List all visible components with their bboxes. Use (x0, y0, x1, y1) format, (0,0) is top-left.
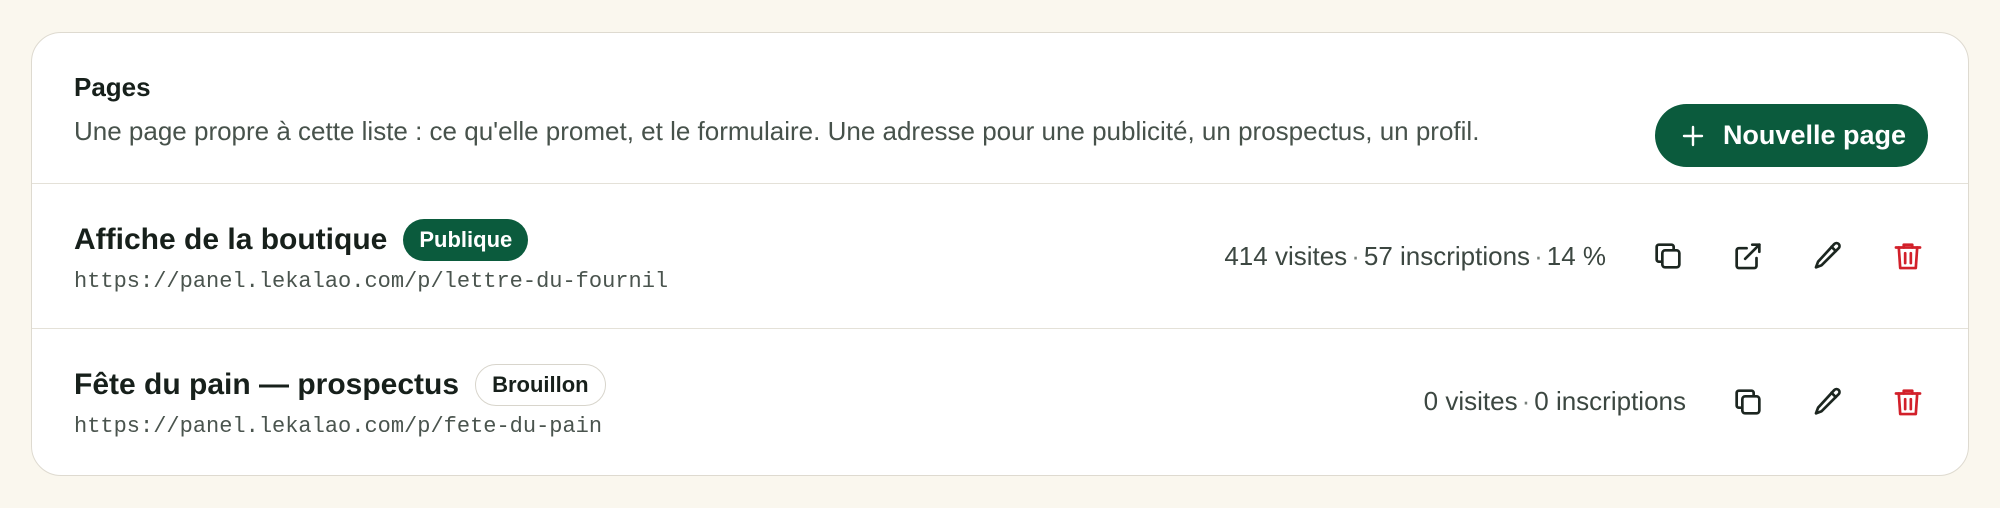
signups-count: 0 inscriptions (1534, 386, 1686, 416)
page-row: Affiche de la boutique Publique https://… (32, 184, 1968, 329)
pages-card: Pages Une page propre à cette liste : ce… (31, 32, 1969, 476)
page-row-title-line: Fête du pain — prospectus Brouillon (74, 364, 1424, 406)
visits-count: 414 visites (1224, 240, 1348, 271)
page-stats: 414 visites · 57 inscriptions · 14 % (1224, 241, 1606, 272)
stat-separator: · (1534, 240, 1543, 271)
pencil-icon[interactable] (1808, 382, 1848, 422)
new-page-button[interactable]: Nouvelle page (1654, 104, 1928, 167)
header-text: Pages Une page propre à cette liste : ce… (74, 71, 1479, 149)
page-name[interactable]: Affiche de la boutique (74, 223, 387, 257)
pages-header: Pages Une page propre à cette liste : ce… (32, 33, 1968, 184)
trash-icon[interactable] (1888, 236, 1928, 276)
page-title: Pages (74, 72, 151, 102)
status-badge: Brouillon (475, 364, 606, 406)
stat-separator: · (1521, 386, 1531, 416)
new-page-button-label: Nouvelle page (1722, 120, 1906, 150)
page-description: Une page propre à cette liste : ce qu'el… (74, 115, 1480, 146)
trash-icon[interactable] (1888, 382, 1928, 422)
stat-separator: · (1351, 240, 1360, 271)
page-row-title-line: Affiche de la boutique Publique (74, 218, 1224, 261)
copy-icon[interactable] (1728, 382, 1768, 422)
page-row-main: Fête du pain — prospectus Brouillon http… (74, 364, 1424, 439)
pencil-icon[interactable] (1808, 236, 1848, 276)
page-url: https://panel.lekalao.com/p/fete-du-pain (74, 414, 603, 439)
status-badge: Publique (403, 218, 529, 261)
page-row: Fête du pain — prospectus Brouillon http… (32, 329, 1968, 474)
signups-count: 57 inscriptions (1363, 240, 1531, 271)
external-link-icon[interactable] (1728, 236, 1768, 276)
page-name[interactable]: Fête du pain — prospectus (74, 368, 459, 402)
page-row-main: Affiche de la boutique Publique https://… (74, 218, 1224, 294)
row-actions (1648, 236, 1928, 276)
copy-icon[interactable] (1648, 236, 1688, 276)
page-url: https://panel.lekalao.com/p/lettre-du-fo… (74, 268, 669, 294)
visits-count: 0 visites (1423, 386, 1518, 416)
page-stats: 0 visites · 0 inscriptions (1424, 386, 1686, 417)
plus-icon (1681, 124, 1705, 148)
conversion-rate: 14 % (1546, 240, 1606, 271)
row-actions (1728, 382, 1928, 422)
